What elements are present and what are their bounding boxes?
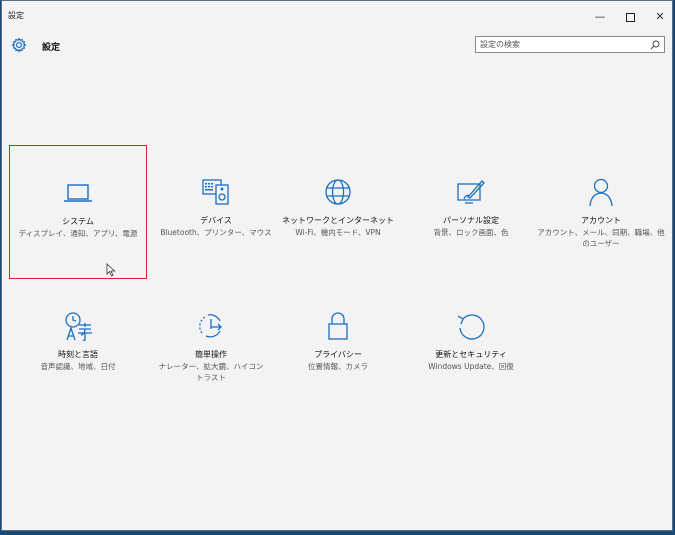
tile-time-language-name: 時刻と言語 [58, 350, 98, 359]
maximize-icon [625, 12, 635, 22]
tile-privacy-desc: 位置情報、カメラ [308, 362, 368, 371]
tile-network-desc: Wi-Fi、機内モード、VPN [295, 228, 381, 237]
ease-of-access-icon [199, 314, 222, 338]
tile-system-desc: ディスプレイ、通知、アプリ、電源 [18, 229, 138, 238]
tile-personalization[interactable]: パーソナル設定 背景、ロック画面、色 [402, 145, 540, 279]
tile-network-name: ネットワークとインターネット [282, 216, 394, 225]
minimize-icon: — [594, 10, 606, 23]
lock-icon [328, 312, 348, 340]
tile-accounts[interactable]: アカウント アカウント、メール、同期、職場、他のユーザー [532, 145, 670, 279]
tile-devices-name: デバイス [200, 216, 232, 225]
tile-time-language-desc: 音声認識、地域、日付 [40, 362, 116, 371]
tile-devices-desc: Bluetooth、プリンター、マウス [160, 228, 272, 237]
tile-ease-of-access-desc: ナレーター、拡大鏡、ハイコントラスト [158, 362, 264, 382]
tile-update-security-desc: Windows Update、回復 [428, 362, 514, 371]
globe-icon [325, 179, 351, 205]
tile-personalization-desc: 背景、ロック画面、色 [433, 228, 509, 237]
tile-network[interactable]: ネットワークとインターネット Wi-Fi、機内モード、VPN [269, 145, 407, 279]
devices-icon [202, 179, 229, 205]
close-button[interactable]: ✕ [650, 9, 670, 25]
tile-accounts-name: アカウント [581, 216, 621, 225]
tile-privacy[interactable]: プライバシー 位置情報、カメラ [269, 279, 407, 413]
tile-update-security[interactable]: 更新とセキュリティ Windows Update、回復 [402, 279, 540, 413]
gear-icon [11, 37, 27, 53]
tile-time-language[interactable]: 時刻と言語 音声認識、地域、日付 [9, 279, 147, 413]
settings-header: 設定 [2, 33, 672, 57]
search-input[interactable] [480, 38, 640, 51]
window-title: 設定 [8, 11, 24, 20]
person-icon [589, 178, 613, 207]
minimize-button[interactable]: — [590, 9, 610, 25]
tile-update-security-name: 更新とセキュリティ [435, 350, 507, 359]
title-bar: 設定 — ✕ [2, 1, 672, 31]
tile-system[interactable]: システム ディスプレイ、通知、アプリ、電源 [9, 145, 147, 279]
update-icon [457, 314, 485, 340]
maximize-button[interactable] [620, 9, 640, 25]
settings-window: 設定 — ✕ 設定 システム ディスプレイ、通知、 [1, 0, 673, 531]
tile-accounts-desc: アカウント、メール、同期、職場、他のユーザー [537, 228, 665, 248]
mouse-cursor-icon [106, 263, 116, 277]
laptop-icon [64, 184, 92, 202]
tile-privacy-name: プライバシー [314, 350, 362, 359]
tile-ease-of-access-name: 簡単操作 [195, 350, 227, 359]
tile-system-name: システム [62, 217, 94, 226]
time-language-icon [65, 312, 92, 342]
close-icon: ✕ [655, 10, 665, 23]
search-icon[interactable] [650, 40, 660, 50]
search-box[interactable] [475, 36, 665, 53]
tile-devices[interactable]: デバイス Bluetooth、プリンター、マウス [147, 145, 285, 279]
tile-personalization-name: パーソナル設定 [443, 216, 499, 225]
page-title: 設定 [42, 43, 61, 53]
tile-ease-of-access[interactable]: 簡単操作 ナレーター、拡大鏡、ハイコントラスト [142, 279, 280, 413]
personalization-icon [457, 180, 485, 204]
